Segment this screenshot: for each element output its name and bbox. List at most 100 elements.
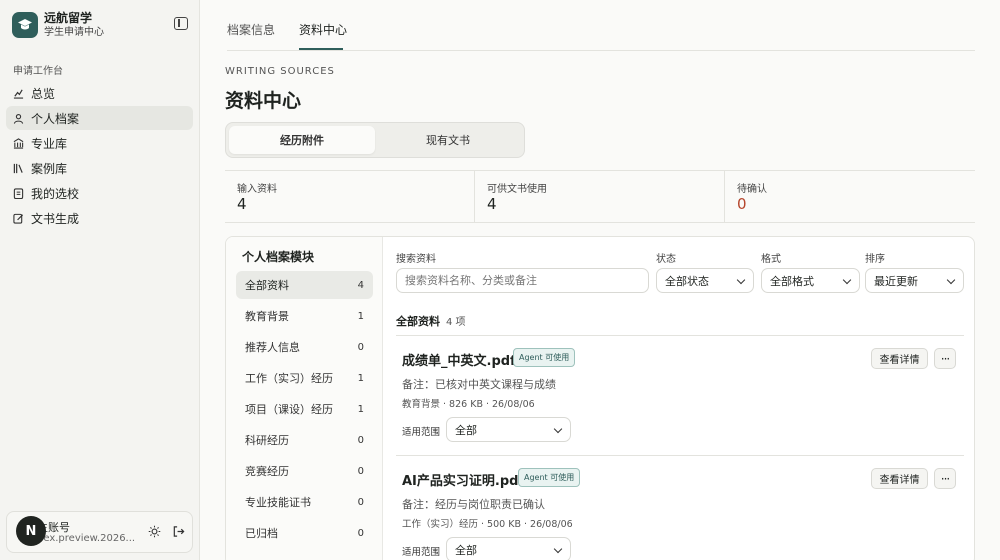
sort-select[interactable]: 最近更新 bbox=[865, 268, 964, 293]
user-icon bbox=[13, 113, 24, 124]
module-item-projects[interactable]: 项目（课设）经历 1 bbox=[236, 395, 373, 423]
list-header: 全部资料 4 项 bbox=[396, 313, 466, 329]
brand: 远航留学 学生申请中心 bbox=[12, 11, 104, 39]
file-name[interactable]: AI产品实习证明.pdf bbox=[402, 470, 524, 489]
logout-icon[interactable] bbox=[172, 525, 185, 538]
building-icon bbox=[13, 137, 24, 149]
resource-panel: 个人档案模块 全部资料 4 教育背景 1 推荐人信息 0 工作（实习）经历 1 项目（课… bbox=[225, 236, 975, 560]
sidebar-item-my-schools[interactable]: 我的选校 bbox=[6, 181, 193, 205]
sidebar-item-label: 案例库 bbox=[31, 161, 68, 176]
resource-content: 搜索资料 状态 全部状态 格式 全部格式 排序 最近更新 全部资料 4 项 bbox=[384, 237, 974, 560]
sidebar-toggle-icon[interactable] bbox=[174, 17, 188, 30]
search-input[interactable] bbox=[396, 268, 649, 293]
segment-existing-docs[interactable]: 现有文书 bbox=[375, 126, 521, 154]
sidebar-item-label: 个人档案 bbox=[31, 111, 80, 126]
list-count: 4 项 bbox=[446, 317, 466, 328]
more-options-button[interactable]: ··· bbox=[934, 348, 956, 369]
module-count: 0 bbox=[357, 341, 364, 353]
tab-resource-center[interactable]: 资料中心 bbox=[299, 21, 347, 38]
module-count: 0 bbox=[357, 434, 364, 446]
format-select[interactable]: 全部格式 bbox=[761, 268, 860, 293]
status-value: 全部状态 bbox=[665, 274, 709, 288]
graduation-cap-icon bbox=[12, 12, 38, 38]
sidebar-item-label: 文书生成 bbox=[31, 211, 80, 226]
account-email: dex.preview.2026... bbox=[37, 533, 136, 544]
module-sidebar: 个人档案模块 全部资料 4 教育背景 1 推荐人信息 0 工作（实习）经历 1 项目（课… bbox=[226, 237, 383, 560]
stat-pending: 待确认 0 bbox=[724, 171, 975, 223]
chevron-down-icon bbox=[842, 275, 852, 285]
scope-label: 适用范围 bbox=[402, 427, 441, 438]
sort-value: 最近更新 bbox=[874, 274, 918, 288]
tab-profile-info[interactable]: 档案信息 bbox=[227, 21, 275, 38]
scope-select[interactable]: 全部 bbox=[446, 417, 571, 442]
main-area: 档案信息 资料中心 WRITING SOURCES 资料中心 经历附件 现有文书… bbox=[200, 0, 1000, 560]
module-label: 工作（实习）经历 bbox=[245, 372, 333, 385]
scope-select[interactable]: 全部 bbox=[446, 537, 571, 560]
search-label: 搜索资料 bbox=[396, 254, 436, 265]
scope-value: 全部 bbox=[455, 423, 477, 437]
module-item-referees[interactable]: 推荐人信息 0 bbox=[236, 333, 373, 361]
module-count: 0 bbox=[357, 527, 364, 539]
file-meta: 教育背景 · 826 KB · 26/08/06 bbox=[402, 399, 535, 410]
brand-subtitle: 学生申请中心 bbox=[44, 27, 104, 38]
module-count: 1 bbox=[357, 372, 364, 384]
stat-value: 4 bbox=[237, 195, 247, 213]
module-item-education[interactable]: 教育背景 1 bbox=[236, 302, 373, 330]
status-label: 状态 bbox=[656, 254, 676, 265]
chevron-down-icon bbox=[553, 544, 563, 554]
module-title: 个人档案模块 bbox=[242, 250, 315, 264]
sidebar-item-label: 我的选校 bbox=[31, 186, 80, 201]
module-item-work[interactable]: 工作（实习）经历 1 bbox=[236, 364, 373, 392]
more-options-button[interactable]: ··· bbox=[934, 468, 956, 489]
stat-value: 0 bbox=[737, 195, 747, 213]
stat-usable: 可供文书使用 4 bbox=[474, 171, 724, 223]
module-item-certificates[interactable]: 专业技能证书 0 bbox=[236, 488, 373, 516]
sidebar-item-overview[interactable]: 总览 bbox=[6, 81, 193, 105]
top-tabs: 档案信息 资料中心 bbox=[227, 0, 975, 51]
module-label: 专业技能证书 bbox=[245, 496, 311, 509]
module-item-competitions[interactable]: 竞赛经历 0 bbox=[236, 457, 373, 485]
list-title: 全部资料 bbox=[396, 315, 440, 328]
view-details-button[interactable]: 查看详情 bbox=[871, 468, 928, 489]
file-meta: 工作（实习）经历 · 500 KB · 26/08/06 bbox=[402, 519, 573, 530]
sidebar-nav: 总览 个人档案 专业库 案例库 我的选校 文书生成 bbox=[6, 81, 193, 231]
module-item-all[interactable]: 全部资料 4 bbox=[236, 271, 373, 299]
module-count: 0 bbox=[357, 465, 364, 477]
module-item-research[interactable]: 科研经历 0 bbox=[236, 426, 373, 454]
status-select[interactable]: 全部状态 bbox=[656, 268, 754, 293]
segmented-control: 经历附件 现有文书 bbox=[225, 122, 525, 158]
chevron-down-icon bbox=[736, 275, 746, 285]
file-note: 备注：经历与岗位职责已确认 bbox=[402, 498, 545, 511]
module-label: 全部资料 bbox=[245, 279, 289, 292]
stat-label: 待确认 bbox=[737, 184, 767, 195]
account-card[interactable]: 生账号 dex.preview.2026... N bbox=[6, 511, 193, 553]
sun-icon[interactable] bbox=[148, 525, 161, 538]
module-label: 科研经历 bbox=[245, 434, 289, 447]
module-list: 全部资料 4 教育背景 1 推荐人信息 0 工作（实习）经历 1 项目（课设）经历 1 科… bbox=[236, 271, 373, 550]
status-badge: Agent 可使用 bbox=[513, 348, 576, 367]
sort-label: 排序 bbox=[865, 254, 885, 265]
format-label: 格式 bbox=[761, 254, 781, 265]
avatar[interactable]: N bbox=[16, 516, 46, 546]
module-label: 推荐人信息 bbox=[245, 341, 300, 354]
sidebar-item-profile[interactable]: 个人档案 bbox=[6, 106, 193, 130]
segment-attachments[interactable]: 经历附件 bbox=[229, 126, 375, 154]
format-value: 全部格式 bbox=[770, 274, 814, 288]
view-details-button[interactable]: 查看详情 bbox=[871, 348, 928, 369]
stat-label: 可供文书使用 bbox=[487, 184, 547, 195]
scope-label: 适用范围 bbox=[402, 547, 441, 558]
books-icon bbox=[13, 163, 23, 173]
clipboard-icon bbox=[13, 187, 24, 199]
sidebar-item-essay-gen[interactable]: 文书生成 bbox=[6, 206, 193, 230]
module-count: 4 bbox=[357, 279, 364, 291]
sidebar-item-cases[interactable]: 案例库 bbox=[6, 156, 193, 180]
file-name[interactable]: 成绩单_中英文.pdf bbox=[402, 350, 516, 369]
sidebar-item-majors[interactable]: 专业库 bbox=[6, 131, 193, 155]
module-label: 已归档 bbox=[245, 527, 278, 540]
page-eyebrow: WRITING SOURCES bbox=[225, 66, 335, 77]
active-tab-indicator bbox=[299, 48, 343, 50]
list-item: AI产品实习证明.pdf Agent 可使用 备注：经历与岗位职责已确认 工作（… bbox=[396, 456, 964, 560]
module-item-archived[interactable]: 已归档 0 bbox=[236, 519, 373, 547]
list-item: 成绩单_中英文.pdf Agent 可使用 备注：已核对中英文课程与成绩 教育背… bbox=[396, 336, 964, 456]
nav-section-title: 申请工作台 bbox=[13, 66, 63, 77]
